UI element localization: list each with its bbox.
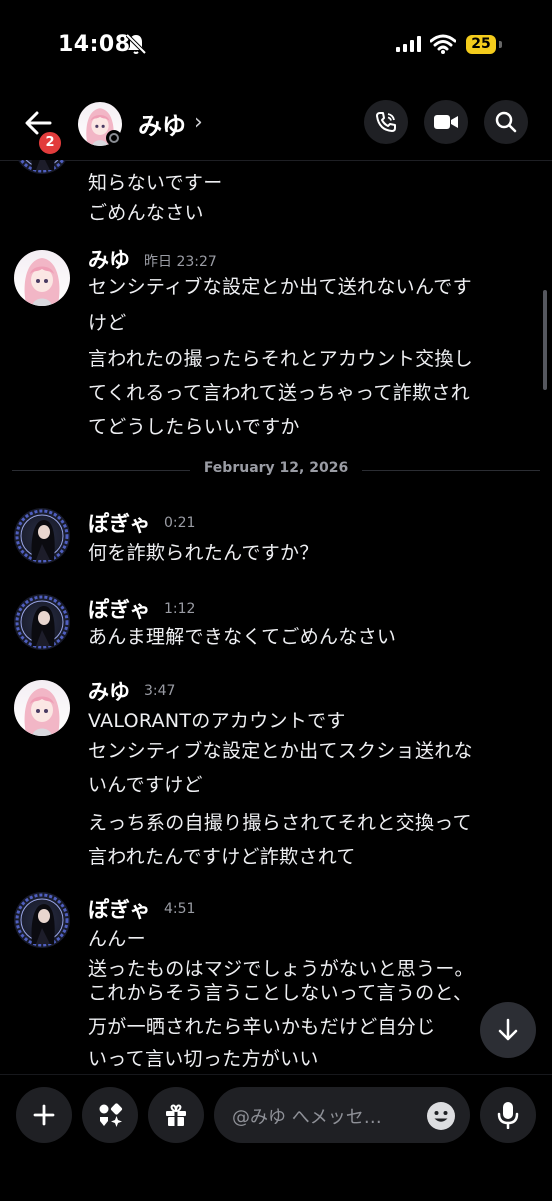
voice-message-button[interactable] — [480, 1087, 536, 1143]
message-timestamp: 1:12 — [164, 601, 196, 617]
message-line: 知らないですー — [88, 172, 223, 194]
chevron-right-icon[interactable]: › — [194, 110, 203, 135]
date-divider-label: February 12, 2026 — [190, 460, 362, 476]
message-line: 言われたんですけど詐欺されて — [88, 846, 356, 868]
search-icon — [495, 111, 517, 133]
silent-bell-icon — [126, 33, 146, 55]
message-line: てどうしたらいいですか — [88, 416, 300, 438]
jump-to-latest-button[interactable] — [480, 1002, 536, 1058]
message-line: 万が一晒されたら辛いかもだけど自分じ — [88, 1016, 436, 1038]
message-composer: @みゆ へメッセ… — [0, 1074, 552, 1201]
message-author[interactable]: みゆ — [88, 244, 130, 274]
avatar[interactable] — [14, 892, 70, 948]
battery-tip — [499, 41, 502, 48]
wifi-icon — [430, 34, 456, 54]
status-bar: 14:08 25 — [0, 0, 552, 90]
emoji-icon[interactable] — [426, 1101, 456, 1131]
message-line: これからそう言うことしないって言うのと、 — [88, 982, 473, 1004]
message-line: ごめんなさい — [88, 202, 204, 224]
user-avatar-image — [14, 594, 70, 650]
gift-button[interactable] — [148, 1087, 204, 1143]
video-call-button[interactable] — [424, 100, 468, 144]
avatar[interactable] — [14, 508, 70, 564]
message-author[interactable]: ぽぎゃ — [88, 594, 151, 624]
status-time: 14:08 — [58, 32, 131, 57]
message-line: んんー — [88, 928, 146, 950]
voice-call-button[interactable] — [364, 100, 408, 144]
message-timestamp: 昨日 23:27 — [144, 254, 217, 270]
battery-indicator: 25 — [466, 35, 496, 54]
apps-button[interactable] — [82, 1087, 138, 1143]
user-avatar-image — [14, 680, 70, 736]
avatar[interactable] — [14, 160, 70, 174]
user-avatar-image — [14, 160, 70, 174]
user-avatar-image — [14, 892, 70, 948]
scrollbar-thumb[interactable] — [543, 290, 547, 390]
avatar[interactable] — [14, 680, 70, 736]
message-line: VALORANTのアカウントです — [88, 710, 346, 732]
message-list[interactable]: 知らないですー ごめんなさい みゆ 昨日 23:27 センシティブな設定とか出て… — [0, 160, 552, 1072]
chat-title[interactable]: みゆ — [138, 106, 186, 141]
user-avatar-image — [14, 508, 70, 564]
message-author[interactable]: ぽぎゃ — [88, 508, 151, 538]
message-timestamp: 0:21 — [164, 515, 196, 531]
message-line: センシティブな設定とか出て送れないんです — [88, 276, 472, 298]
message-line: センシティブな設定とか出てスクショ送れな — [88, 740, 473, 762]
message-line: てくれるって言われて送っちゃって詐欺され — [88, 382, 471, 404]
cellular-signal-icon — [396, 36, 421, 52]
chat-header: 2 みゆ › — [0, 92, 552, 161]
gift-icon — [166, 1104, 186, 1126]
message-author[interactable]: みゆ — [88, 676, 130, 706]
phone-icon — [376, 112, 396, 132]
add-attachment-button[interactable] — [16, 1087, 72, 1143]
message-input-placeholder: @みゆ へメッセ… — [232, 1107, 382, 1128]
arrow-down-icon — [498, 1018, 518, 1041]
avatar[interactable] — [14, 594, 70, 650]
user-avatar-image — [14, 250, 70, 306]
microphone-icon — [497, 1102, 519, 1129]
offline-status-icon — [106, 130, 122, 146]
message-input[interactable]: @みゆ へメッセ… — [214, 1087, 470, 1143]
message-line: えっち系の自撮り撮らされてそれと交換って — [88, 812, 472, 834]
message-author[interactable]: ぽぎゃ — [88, 894, 151, 924]
message-line: いんですけど — [88, 774, 203, 796]
message-timestamp: 3:47 — [144, 683, 176, 699]
avatar[interactable] — [14, 250, 70, 306]
message-line: 言われたの撮ったらそれとアカウント交換し — [88, 348, 474, 370]
message-line: いって言い切った方がいい — [88, 1048, 319, 1070]
message-line: あんま理解できなくてごめんなさい — [88, 626, 397, 648]
apps-icon — [99, 1103, 123, 1127]
message-line: 送ったものはマジでしょうがないと思うー。 — [88, 958, 474, 980]
plus-icon — [33, 1104, 55, 1126]
message-timestamp: 4:51 — [164, 901, 196, 917]
video-icon — [434, 115, 458, 129]
message-line: 何を詐欺られたんですか？ — [88, 542, 319, 564]
search-button[interactable] — [484, 100, 528, 144]
unread-badge: 2 — [37, 130, 63, 156]
message-line: けど — [88, 312, 127, 334]
